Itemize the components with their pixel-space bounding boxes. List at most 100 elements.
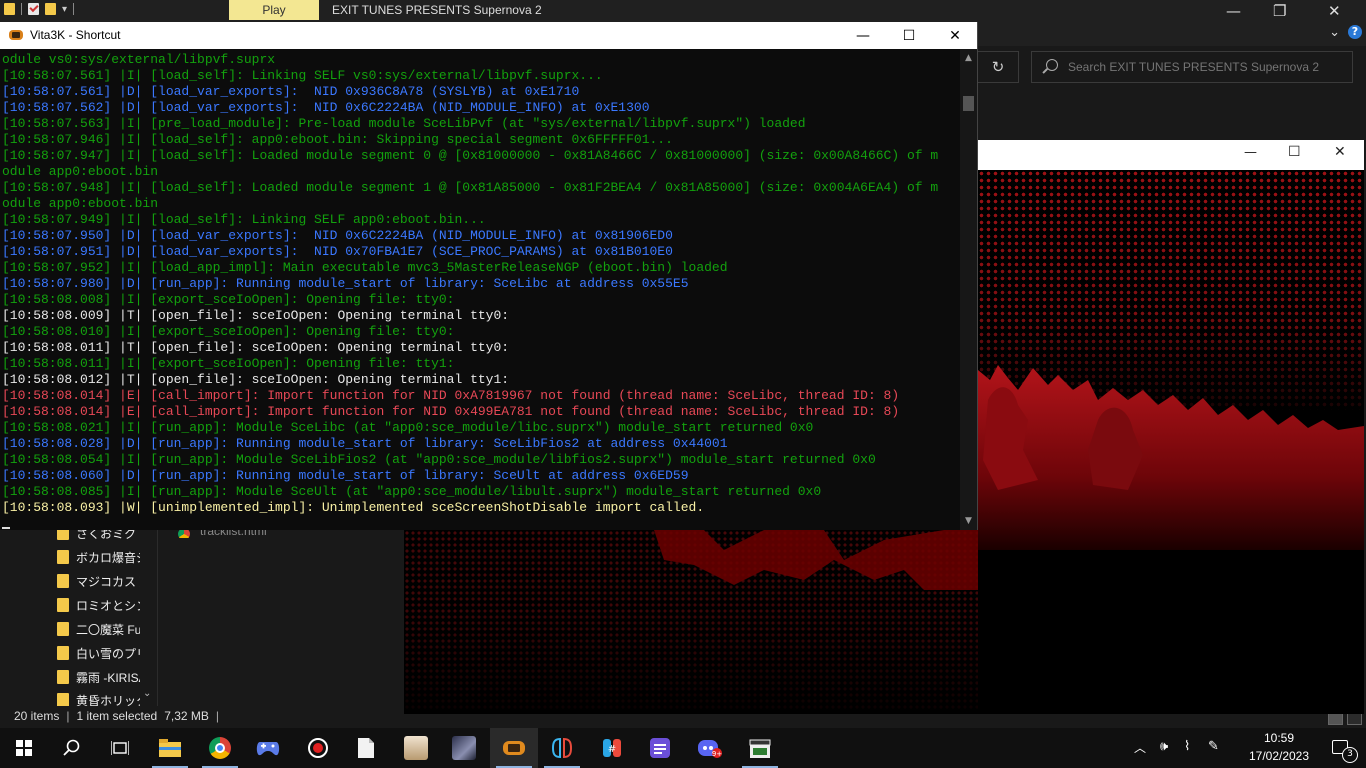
taskbar-anime-avatar-app[interactable] bbox=[392, 728, 440, 768]
divider bbox=[73, 3, 75, 15]
nav-folder-item[interactable]: ロミオとシンデ bbox=[57, 593, 157, 617]
taskbar-notepad[interactable] bbox=[342, 728, 390, 768]
scroll-down-icon[interactable]: ⌄ bbox=[143, 688, 151, 699]
divider bbox=[21, 3, 22, 15]
scroll-down-icon[interactable]: ▼ bbox=[960, 514, 977, 528]
taskbar-obs[interactable] bbox=[294, 728, 342, 768]
start-button[interactable] bbox=[0, 728, 48, 768]
taskbar-chrome[interactable] bbox=[196, 728, 244, 768]
taskbar-game-art-app[interactable] bbox=[440, 728, 488, 768]
nav-folder-item[interactable]: 二〇魔菜 Fu bbox=[57, 617, 157, 641]
explorer-window-title: EXIT TUNES PRESENTS Supernova 2 bbox=[332, 3, 542, 17]
taskbar-tile-app[interactable] bbox=[636, 728, 684, 768]
file-name: tracklist.html bbox=[200, 530, 267, 538]
nav-folder-item[interactable]: 黄昏ホリック bbox=[57, 689, 157, 706]
show-hidden-icons-chevron-up-icon[interactable]: ︿ bbox=[1134, 739, 1146, 756]
taskbar-switch-controller[interactable]: # bbox=[588, 728, 636, 768]
close-icon[interactable]: ✕ bbox=[1334, 144, 1346, 160]
crowd-silhouette bbox=[978, 365, 1364, 550]
folder-icon bbox=[57, 574, 69, 588]
selection-size: 7,32 MB bbox=[164, 709, 209, 723]
pen-workspace-icon[interactable]: ✎ bbox=[1208, 739, 1219, 754]
search-button[interactable] bbox=[48, 728, 96, 768]
nav-folder-item[interactable]: マジコカスト bbox=[57, 569, 157, 593]
log-line: [10:58:08.008] |I| [export_sceIoOpen]: O… bbox=[2, 292, 455, 307]
taskbar-clapper-app[interactable] bbox=[736, 728, 784, 768]
taskbar-switch-emulator[interactable] bbox=[538, 728, 586, 768]
speaker-icon[interactable]: 🕪 bbox=[1160, 739, 1168, 754]
file-list: tracklist.html bbox=[158, 530, 403, 706]
nav-folder-item[interactable]: ボカロ爆音ジ bbox=[57, 545, 157, 569]
search-icon bbox=[1046, 59, 1058, 71]
explorer-window-controls: — ❐ ✕ bbox=[1216, 0, 1366, 22]
ribbon: ⌄ ? bbox=[978, 22, 1366, 46]
taskbar-file-explorer[interactable] bbox=[146, 728, 194, 768]
task-view-button[interactable] bbox=[96, 728, 144, 768]
nav-folder-label: 二〇魔菜 Fu bbox=[76, 622, 140, 637]
document-icon bbox=[358, 738, 374, 758]
maximize-icon[interactable]: ☐ bbox=[886, 25, 932, 47]
nav-folder-label: ロミオとシンデ bbox=[76, 598, 140, 613]
file-explorer-icon bbox=[159, 739, 181, 757]
search-input[interactable] bbox=[1068, 52, 1338, 82]
game-window[interactable]: — ☐ ✕ bbox=[978, 140, 1364, 714]
help-icon[interactable]: ? bbox=[1348, 25, 1362, 39]
console-scrollbar[interactable]: ▲ ▼ bbox=[960, 49, 977, 530]
nav-folder-item[interactable]: 白い雪のプリ bbox=[57, 641, 157, 665]
log-line: [10:58:07.946] |I| [load_self]: app0:ebo… bbox=[2, 132, 673, 147]
maximize-icon[interactable]: ☐ bbox=[1288, 144, 1301, 160]
switch-emulator-icon bbox=[551, 737, 573, 759]
vita3k-console-window[interactable]: Vita3K - Shortcut — ☐ ✕ odule vs0:sys/ex… bbox=[0, 22, 978, 530]
taskbar-discord[interactable]: 9+ bbox=[686, 728, 734, 768]
gamepad-icon bbox=[256, 742, 280, 756]
minimize-icon[interactable]: — bbox=[1226, 2, 1241, 20]
folder-icon[interactable] bbox=[4, 3, 15, 15]
windows-icon bbox=[16, 740, 32, 756]
folder-icon bbox=[57, 550, 69, 564]
minimize-icon[interactable]: — bbox=[840, 25, 886, 47]
taskbar-vita3k[interactable] bbox=[490, 728, 538, 768]
network-icon[interactable]: ⌇ bbox=[1184, 739, 1190, 754]
console-output: odule vs0:sys/external/libpvf.suprx [10:5… bbox=[2, 52, 960, 516]
text-cursor bbox=[2, 527, 10, 529]
scroll-up-icon[interactable]: ▲ bbox=[960, 51, 977, 65]
log-line: [10:58:07.563] |I| [pre_load_module]: Pr… bbox=[2, 116, 806, 131]
log-line: [10:58:07.950] |D| [load_var_exports]: N… bbox=[2, 228, 673, 243]
refresh-button[interactable]: ↻ bbox=[978, 51, 1019, 83]
log-line: [10:58:07.948] |I| [load_self]: Loaded m… bbox=[2, 180, 939, 195]
log-line: odule app0:eboot.bin bbox=[2, 196, 159, 211]
chevron-down-icon[interactable]: ⌄ bbox=[1329, 25, 1340, 40]
refresh-icon: ↻ bbox=[991, 58, 1005, 76]
restore-icon[interactable]: ❐ bbox=[1273, 2, 1286, 20]
nav-folder-label: 黄昏ホリック bbox=[76, 694, 140, 706]
log-line: [10:58:08.012] |T| [open_file]: sceIoOpe… bbox=[2, 372, 510, 387]
clock-date[interactable]: 17/02/2023 bbox=[1244, 749, 1314, 763]
search-box[interactable] bbox=[1031, 51, 1353, 83]
nav-folder-label: ボカロ爆音ジ bbox=[76, 550, 140, 565]
vita3k-icon bbox=[9, 30, 23, 40]
game-window-titlebar: — ☐ ✕ bbox=[978, 140, 1364, 170]
taskbar-gamepad-app[interactable] bbox=[244, 728, 292, 768]
folder-icon bbox=[57, 646, 69, 660]
anime-avatar-icon bbox=[404, 736, 428, 760]
folder-icon bbox=[57, 670, 69, 684]
chrome-icon bbox=[209, 737, 231, 759]
log-line: [10:58:07.949] |I| [load_self]: Linking … bbox=[2, 212, 486, 227]
new-folder-icon[interactable] bbox=[45, 3, 56, 15]
chevron-down-icon[interactable]: ▾ bbox=[62, 4, 67, 15]
divider: | bbox=[66, 709, 70, 723]
log-line: odule app0:eboot.bin bbox=[2, 164, 159, 179]
svg-text:#: # bbox=[608, 744, 616, 755]
log-line: [10:58:07.562] |D| [load_var_exports]: N… bbox=[2, 100, 650, 115]
close-icon[interactable]: ✕ bbox=[1328, 2, 1341, 20]
scrollbar-thumb[interactable] bbox=[963, 96, 974, 111]
properties-icon[interactable] bbox=[28, 3, 39, 15]
clock-time[interactable]: 10:59 bbox=[1244, 731, 1314, 745]
log-line: [10:58:07.951] |D| [load_var_exports]: N… bbox=[2, 244, 673, 259]
close-icon[interactable]: ✕ bbox=[932, 25, 978, 47]
minimize-icon[interactable]: — bbox=[1244, 145, 1257, 160]
file-row[interactable]: tracklist.html bbox=[158, 530, 403, 538]
task-view-icon bbox=[111, 741, 129, 755]
ribbon-tab-play[interactable]: Play bbox=[229, 0, 319, 20]
nav-folder-item[interactable]: 霧雨 -KIRISA bbox=[57, 665, 157, 689]
